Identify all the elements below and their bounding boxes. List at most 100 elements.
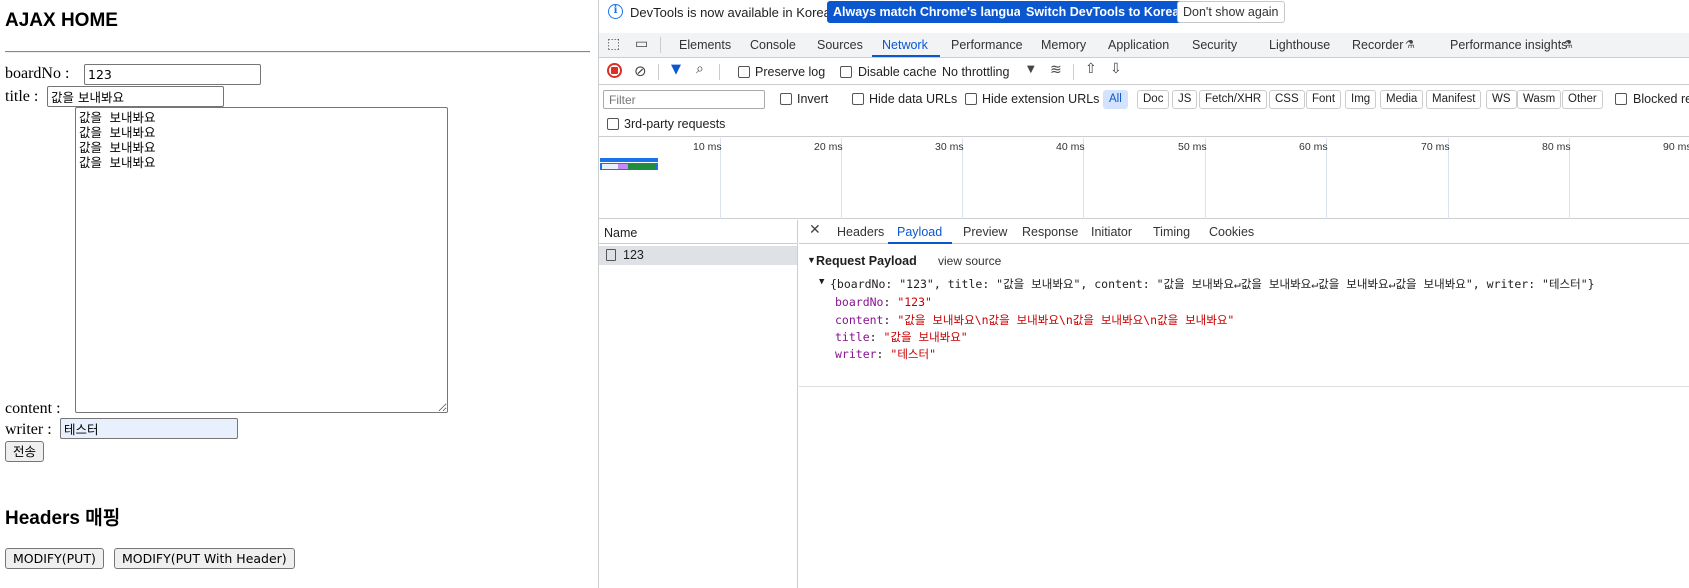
submit-button[interactable]: 전송 [5, 441, 45, 462]
export-har-icon[interactable]: ⇩ [1110, 61, 1122, 77]
divider [660, 37, 661, 53]
hide-data-urls-checkbox[interactable] [852, 93, 864, 105]
hide-data-urls-label: Hide data URLs [869, 92, 958, 106]
filter-type-other[interactable]: Other [1562, 90, 1603, 109]
prop-value: "123" [897, 295, 932, 309]
timeline-tick-label: 10 ms [693, 141, 722, 153]
name-column-header[interactable]: Name [604, 226, 637, 240]
disable-cache-checkbox[interactable] [840, 66, 852, 78]
expand-triangle-icon[interactable]: ▼ [819, 277, 824, 287]
filter-type-all[interactable]: All [1103, 90, 1128, 109]
record-icon[interactable] [607, 63, 622, 78]
request-payload-title[interactable]: Request Payload [816, 254, 917, 268]
tab-network[interactable]: Network [882, 38, 928, 52]
payload-prop-content: content: "값을 보내봐요\n값을 보내봐요\n값을 보내봐요\n값을 … [835, 313, 1235, 327]
writer-input[interactable] [60, 418, 238, 439]
blocked-requests-checkbox[interactable] [1615, 93, 1627, 105]
network-toolbar: ⊘ ▼ ⌕ Preserve log Disable cache No thro… [599, 59, 1689, 85]
tab-performance[interactable]: Performance [951, 38, 1023, 52]
tab-response[interactable]: Response [1022, 225, 1078, 239]
tab-cookies[interactable]: Cookies [1209, 225, 1254, 239]
payload-prop-writer: writer: "테스터" [835, 347, 936, 361]
search-icon[interactable]: ⌕ [696, 61, 704, 77]
filter-type-ws[interactable]: WS [1486, 90, 1517, 109]
document-icon [606, 249, 616, 261]
chevron-down-icon[interactable]: ▼ [1027, 64, 1035, 75]
preserve-log-checkbox[interactable] [738, 66, 750, 78]
inspect-element-icon[interactable]: ⬚ [607, 36, 620, 52]
device-toolbar-icon[interactable]: ▭ [635, 36, 648, 52]
request-list: Name 123 [599, 220, 798, 588]
filter-input[interactable] [603, 90, 765, 109]
hide-extension-urls-checkbox[interactable] [965, 93, 977, 105]
tab-console[interactable]: Console [750, 38, 796, 52]
request-details: ✕ Headers Payload Preview Response Initi… [799, 220, 1689, 588]
blocked-requests-label: Blocked re [1633, 92, 1689, 106]
tab-lighthouse[interactable]: Lighthouse [1269, 38, 1330, 52]
tab-elements[interactable]: Elements [679, 38, 731, 52]
close-icon[interactable]: ✕ [809, 222, 821, 238]
tab-memory[interactable]: Memory [1041, 38, 1086, 52]
dont-show-again-button[interactable]: Don't show again [1177, 1, 1285, 23]
tab-initiator[interactable]: Initiator [1091, 225, 1132, 239]
tab-sources[interactable]: Sources [817, 38, 863, 52]
clear-icon[interactable]: ⊘ [634, 62, 647, 80]
payload-prop-boardno: boardNo: "123" [835, 295, 932, 309]
divider [658, 64, 659, 80]
timeline-tick-label: 30 ms [935, 141, 964, 153]
title-input[interactable] [47, 86, 224, 107]
filter-type-fetch-xhr[interactable]: Fetch/XHR [1199, 90, 1268, 109]
timeline-tick-label: 60 ms [1299, 141, 1328, 153]
filter-type-wasm[interactable]: Wasm [1517, 90, 1562, 109]
content-textarea[interactable]: 값을 보내봐요 값을 보내봐요 값을 보내봐요 값을 보내봐요 [75, 107, 448, 413]
prop-key: title [835, 330, 870, 344]
horizontal-rule [5, 51, 590, 53]
import-har-icon[interactable]: ⇧ [1085, 61, 1097, 77]
filter-type-media[interactable]: Media [1380, 90, 1424, 109]
prop-key: boardNo [835, 295, 884, 309]
tab-performance-insights[interactable]: Performance insights [1450, 38, 1567, 52]
third-party-checkbox[interactable] [607, 118, 619, 130]
third-party-toolbar: 3rd-party requests [599, 113, 1689, 137]
active-tab-indicator [872, 55, 940, 57]
boardno-label: boardNo : [5, 65, 70, 82]
request-name: 123 [623, 248, 644, 262]
invert-checkbox[interactable] [780, 93, 792, 105]
writer-label: writer : [5, 421, 52, 438]
filter-type-manifest[interactable]: Manifest [1426, 90, 1482, 109]
timeline-tick-label: 90 ms [1663, 141, 1689, 153]
filter-type-js[interactable]: JS [1172, 90, 1198, 109]
timeline-tick-label: 50 ms [1178, 141, 1207, 153]
network-conditions-icon[interactable]: ≋ [1050, 62, 1062, 78]
timeline-tick-label: 70 ms [1421, 141, 1450, 153]
prop-value: "값을 보내봐요" [883, 330, 968, 344]
switch-to-korean-button[interactable]: Switch DevTools to Korean [1020, 1, 1193, 23]
filter-icon[interactable]: ▼ [671, 62, 681, 77]
modify-put-button[interactable]: MODIFY(PUT) [5, 548, 104, 569]
tab-application[interactable]: Application [1108, 38, 1169, 52]
filter-type-doc[interactable]: Doc [1137, 90, 1170, 109]
throttling-select[interactable]: No throttling [942, 65, 1009, 79]
flask-icon: ⚗ [1563, 38, 1573, 51]
always-match-language-button[interactable]: Always match Chrome's language [827, 1, 1042, 23]
tab-payload[interactable]: Payload [897, 225, 942, 239]
tab-recorder[interactable]: Recorder [1352, 38, 1403, 52]
third-party-label: 3rd-party requests [624, 117, 726, 131]
waterfall-bar [628, 164, 656, 169]
modify-put-with-header-button[interactable]: MODIFY(PUT With Header) [114, 548, 295, 569]
tab-preview[interactable]: Preview [963, 225, 1007, 239]
boardno-input[interactable] [84, 64, 261, 85]
view-source-link[interactable]: view source [938, 254, 1001, 268]
filter-type-font[interactable]: Font [1306, 90, 1342, 109]
tab-timing[interactable]: Timing [1153, 225, 1190, 239]
flask-icon: ⚗ [1405, 38, 1415, 51]
tab-security[interactable]: Security [1192, 38, 1237, 52]
expand-triangle-icon[interactable]: ▼ [807, 255, 816, 265]
waterfall-bar [600, 158, 658, 162]
request-list-header: Name [599, 220, 797, 244]
request-row[interactable]: 123 [599, 246, 797, 265]
filter-type-css[interactable]: CSS [1269, 90, 1305, 109]
filter-type-img[interactable]: Img [1345, 90, 1377, 109]
tab-headers[interactable]: Headers [837, 225, 884, 239]
web-page: AJAX HOME boardNo : title : 값을 보내봐요 값을 보… [0, 0, 598, 588]
